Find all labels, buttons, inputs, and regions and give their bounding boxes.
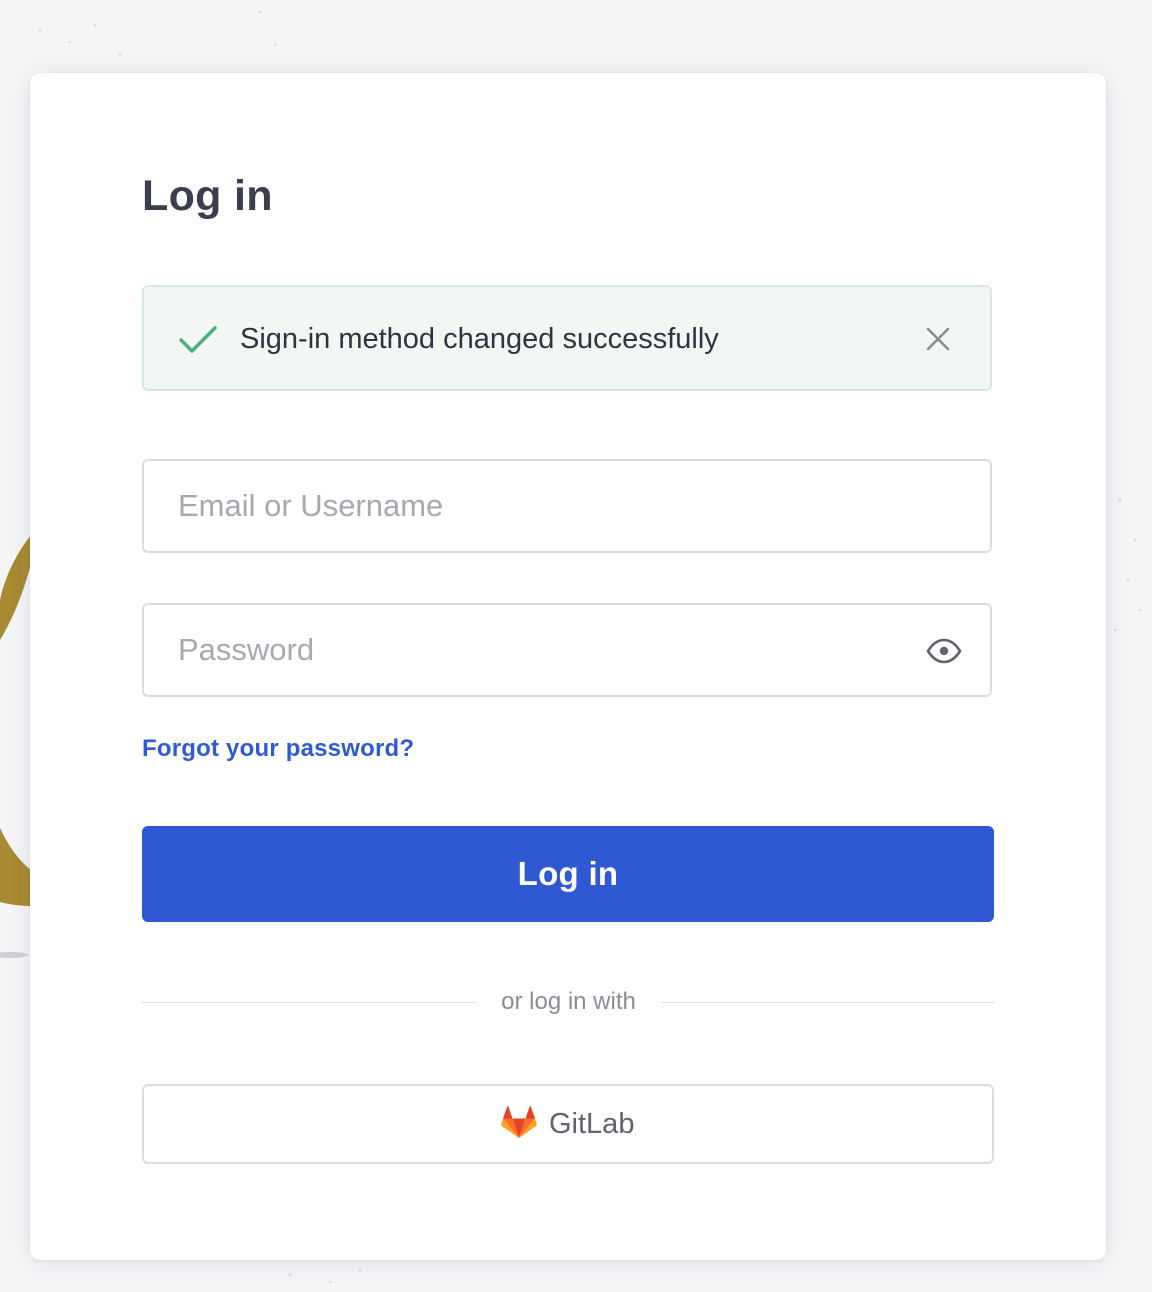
forgot-password-link[interactable]: Forgot your password?: [142, 733, 414, 765]
divider-line-right: [661, 1002, 994, 1003]
email-field: [142, 459, 992, 553]
gitlab-button-label: GitLab: [549, 1108, 635, 1140]
alert-message: Sign-in method changed successfully: [240, 323, 719, 355]
login-button[interactable]: Log in: [142, 826, 994, 922]
alternate-login-divider: or log in with: [142, 983, 994, 1023]
eye-icon[interactable]: [926, 638, 962, 664]
email-input[interactable]: [144, 461, 990, 551]
gitlab-login-button[interactable]: GitLab: [142, 1084, 994, 1164]
divider-line-left: [142, 1002, 476, 1003]
password-field: [142, 603, 992, 697]
divider-text: or log in with: [501, 988, 636, 1015]
success-alert: Sign-in method changed successfully: [142, 285, 992, 391]
close-icon[interactable]: [924, 325, 952, 353]
gitlab-logo-icon: [501, 1106, 537, 1138]
login-card: Log in Sign-in method changed successful…: [30, 73, 1106, 1260]
password-input[interactable]: [144, 605, 990, 695]
page-title: Log in: [142, 172, 273, 220]
check-icon: [179, 326, 217, 353]
